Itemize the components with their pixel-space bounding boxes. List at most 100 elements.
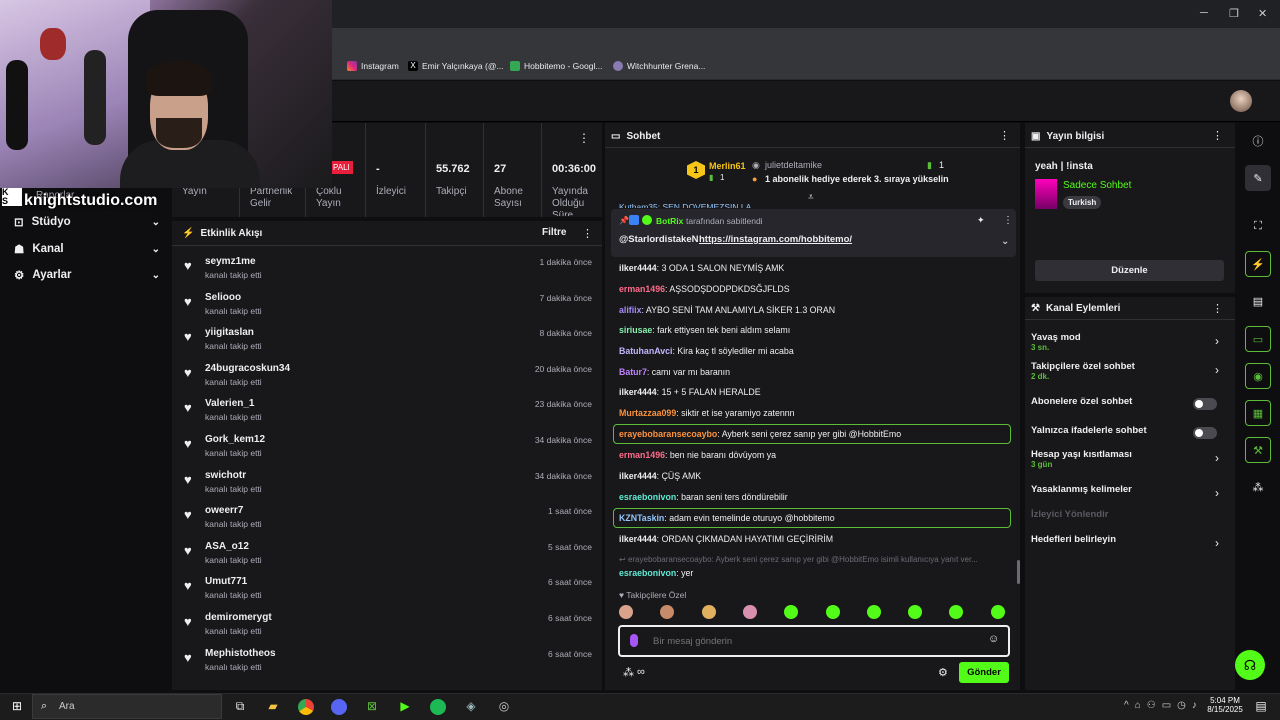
action-account-age[interactable]: Hesap yaşı kısıtlaması 3 gün › bbox=[1031, 449, 1227, 469]
document-icon[interactable]: ▤ bbox=[1245, 288, 1271, 314]
feed-user[interactable]: yiigitaslan bbox=[205, 327, 254, 338]
restore-icon[interactable]: ❐ bbox=[1229, 7, 1239, 20]
nav-channel[interactable]: ☗ Kanal ⌄ bbox=[14, 242, 160, 256]
feed-user[interactable]: Seliooo bbox=[205, 292, 241, 303]
gear-icon[interactable]: ⚙ bbox=[938, 666, 948, 679]
chat-username[interactable]: ilker4444 bbox=[619, 534, 657, 544]
chat-username[interactable]: esraebonivon bbox=[619, 492, 676, 502]
emote-icon[interactable] bbox=[784, 605, 799, 619]
minimize-icon[interactable]: ─ bbox=[1200, 7, 1208, 19]
more-icon[interactable]: ⋮ bbox=[1212, 129, 1223, 142]
emote-icon[interactable] bbox=[742, 605, 757, 619]
action-goals[interactable]: Hedefleri belirleyin › bbox=[1031, 534, 1227, 550]
emote-icon[interactable] bbox=[990, 605, 1005, 619]
chat-username[interactable]: Batur7 bbox=[619, 367, 647, 377]
feed-user[interactable]: Umut771 bbox=[205, 576, 247, 587]
action-slow-mode[interactable]: Yavaş mod 3 sn. › bbox=[1031, 332, 1227, 352]
chat-input-box[interactable]: ☺ bbox=[618, 625, 1010, 657]
top-gifter-name[interactable]: Merlin61 bbox=[709, 161, 746, 171]
emote-icon[interactable] bbox=[949, 605, 964, 619]
feed-user[interactable]: swichotr bbox=[205, 470, 246, 481]
chat-username[interactable]: erman1496 bbox=[619, 450, 665, 460]
chat-username[interactable]: erayebobaransecoaybo bbox=[619, 429, 717, 439]
obs-icon[interactable]: ◎ bbox=[496, 699, 512, 715]
info-icon[interactable]: ⓘ bbox=[1245, 128, 1271, 154]
more-icon[interactable]: ⋮ bbox=[999, 129, 1010, 142]
category-link[interactable]: Sadece Sohbet bbox=[1063, 180, 1131, 191]
emote-icon[interactable] bbox=[866, 605, 881, 619]
tray-icons[interactable]: ^⌂⚇▭◷♪ bbox=[1124, 700, 1203, 711]
folder-icon[interactable]: ▰ bbox=[265, 699, 281, 715]
chat-username[interactable]: ilker4444 bbox=[619, 471, 657, 481]
more-icon[interactable]: ⋮ bbox=[1212, 302, 1223, 315]
pinned-link[interactable]: https://instagram.com/hobbitemo/ bbox=[699, 234, 852, 245]
bookmark-x[interactable]: X Emir Yalçınkaya (@... bbox=[408, 61, 504, 71]
edit-button[interactable]: Düzenle bbox=[1035, 260, 1224, 281]
chat-username[interactable]: ilker4444 bbox=[619, 387, 657, 397]
more-icon[interactable]: ⋮ bbox=[1003, 215, 1013, 226]
feed-user[interactable]: 24bugracoskun34 bbox=[205, 363, 290, 374]
emote-icon[interactable] bbox=[908, 605, 923, 619]
chat-username[interactable]: erman1496 bbox=[619, 284, 665, 294]
kick-icon[interactable]: ▶ bbox=[397, 699, 413, 715]
feed-user[interactable]: Mephistotheos bbox=[205, 648, 276, 659]
users-icon[interactable]: ⁂ bbox=[623, 666, 634, 679]
broadcast-icon[interactable]: ◉ bbox=[1245, 363, 1271, 389]
wrench-icon[interactable]: ⚒ bbox=[1245, 437, 1271, 463]
support-icon[interactable]: ☊ bbox=[1235, 650, 1265, 680]
user-avatar[interactable] bbox=[1230, 90, 1252, 112]
layout-icon[interactable]: ▦ bbox=[1245, 400, 1271, 426]
users-icon[interactable]: ⁂ bbox=[1245, 474, 1271, 500]
task-view-icon[interactable]: ⧉ bbox=[232, 699, 248, 715]
bookmark-instagram[interactable]: Instagram bbox=[347, 61, 399, 71]
emote-icon[interactable] bbox=[619, 605, 633, 619]
chat-username[interactable]: alifiix bbox=[619, 305, 642, 315]
lightning-icon[interactable]: ⚡ bbox=[1245, 251, 1271, 277]
more-icon[interactable]: ⋮ bbox=[582, 227, 593, 240]
emote-icon[interactable] bbox=[660, 605, 675, 619]
expand-icon[interactable]: ⩡ bbox=[808, 192, 814, 203]
bookmark-sheets[interactable]: Hobbitemo - Googl... bbox=[510, 61, 602, 71]
feed-user[interactable]: oweerr7 bbox=[205, 505, 243, 516]
chat-username[interactable]: BatuhanAvci bbox=[619, 346, 672, 356]
chat-input[interactable] bbox=[653, 633, 973, 649]
feed-user[interactable]: demiromerygt bbox=[205, 612, 272, 623]
chat-icon[interactable]: ▭ bbox=[1245, 326, 1271, 352]
chat-username[interactable]: siriusae bbox=[619, 325, 652, 335]
chat-scrollbar[interactable] bbox=[1017, 560, 1020, 584]
subs-only-toggle[interactable] bbox=[1193, 398, 1217, 410]
windows-icon[interactable]: ⊞ bbox=[9, 699, 25, 715]
feed-user[interactable]: Valerien_1 bbox=[205, 398, 254, 409]
chat-username[interactable]: ilker4444 bbox=[619, 263, 657, 273]
discord-icon[interactable] bbox=[331, 699, 347, 715]
action-banned-words[interactable]: Yasaklanmış kelimeler › bbox=[1031, 484, 1227, 500]
pencil-icon[interactable]: ✎ bbox=[1245, 165, 1271, 191]
taskbar-search[interactable]: ⌕ Ara bbox=[32, 694, 222, 719]
nav-settings[interactable]: ⚙ Ayarlar ⌄ bbox=[14, 268, 160, 282]
feed-user[interactable]: ASA_o12 bbox=[205, 541, 249, 552]
nav-studio[interactable]: ⊡ Stüdyo ⌄ bbox=[14, 215, 160, 229]
chevron-down-icon[interactable]: ⌄ bbox=[1001, 236, 1009, 247]
close-icon[interactable]: ✕ bbox=[1258, 7, 1267, 20]
emote-icon[interactable] bbox=[825, 605, 840, 619]
send-button[interactable]: Gönder bbox=[959, 662, 1009, 683]
emote-icon[interactable] bbox=[701, 605, 716, 619]
steam-icon[interactable]: ◈ bbox=[463, 699, 479, 715]
emoji-icon[interactable]: ☺ bbox=[988, 633, 999, 645]
app-icon[interactable]: ⊠ bbox=[364, 699, 380, 715]
spotify-icon[interactable] bbox=[430, 699, 446, 715]
action-followers-only[interactable]: Takipçilere özel sohbet 2 dk. › bbox=[1031, 361, 1227, 381]
chat-username[interactable]: KZNTaskin bbox=[619, 513, 664, 523]
chrome-icon[interactable] bbox=[298, 699, 314, 715]
feed-user[interactable]: Gork_kem12 bbox=[205, 434, 265, 445]
bookmark-witchhunter[interactable]: Witchhunter Grena... bbox=[613, 61, 705, 71]
notification-icon[interactable]: ▤ bbox=[1253, 699, 1269, 715]
pin-icon[interactable]: ✦ bbox=[977, 215, 985, 226]
feed-user[interactable]: seymz1me bbox=[205, 256, 256, 267]
infinity-icon[interactable]: ∞ bbox=[637, 666, 645, 678]
filter-button[interactable]: Filtre bbox=[542, 227, 566, 238]
microphone-icon[interactable] bbox=[630, 634, 638, 647]
chat-username[interactable]: Murtazzaa099 bbox=[619, 408, 676, 418]
crop-icon[interactable]: ⛶ bbox=[1245, 213, 1271, 239]
emote-only-toggle[interactable] bbox=[1193, 427, 1217, 439]
